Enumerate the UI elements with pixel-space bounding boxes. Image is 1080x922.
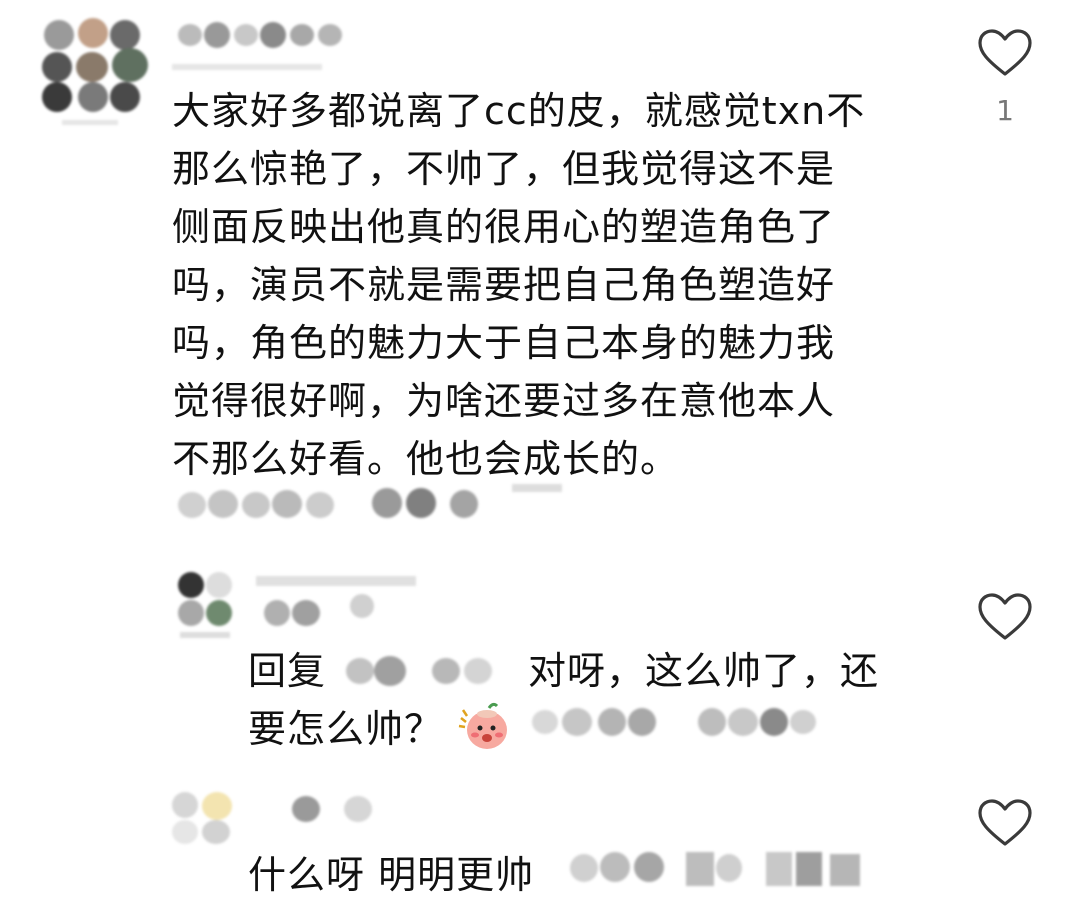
username[interactable] <box>272 790 382 830</box>
comment-text: 大家好多都说离了cc的皮，就感觉txn不 那么惊艳了，不帅了，但我觉得这不是 侧… <box>172 89 866 481</box>
reply-prefix: 回复 <box>248 649 327 693</box>
heart-outline-icon <box>978 799 1032 846</box>
like-button[interactable] <box>977 798 1033 848</box>
reply-text: 什么呀 明明更帅 <box>248 853 535 897</box>
reply-meta <box>560 846 880 894</box>
username[interactable] <box>256 574 426 634</box>
avatar[interactable] <box>170 790 240 846</box>
like-button[interactable] <box>977 592 1033 642</box>
user-meta <box>172 58 332 74</box>
comment-meta <box>172 484 572 534</box>
reply-text-line2: 要怎么帅？ <box>248 707 444 751</box>
heart-outline-icon <box>978 593 1032 640</box>
avatar-underline <box>62 118 118 128</box>
reply-text-line1: 对呀，这么帅了，还 <box>528 649 880 693</box>
avatar[interactable] <box>42 18 152 128</box>
username[interactable] <box>178 20 348 50</box>
reply-to-username[interactable] <box>340 652 506 692</box>
avatar[interactable] <box>176 570 240 650</box>
like-count: 1 <box>996 94 1014 127</box>
reply-meta <box>522 700 822 744</box>
like-button[interactable] <box>977 28 1033 78</box>
heart-outline-icon <box>978 29 1032 76</box>
blushing-face-emoji <box>455 702 513 752</box>
